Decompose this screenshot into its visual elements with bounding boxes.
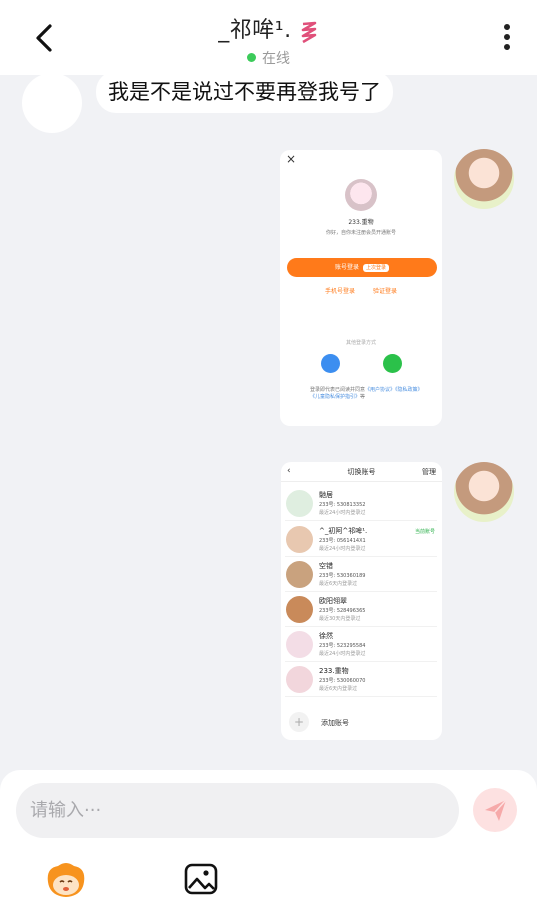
send-icon [485,799,507,821]
account-row: 空错 233号: 530360189 最近6天内登录过 [285,558,437,592]
qq-icon [321,354,340,373]
image-picker-button[interactable] [183,862,219,896]
legal-text: 登录即代表已阅读并同意《用户协议》《隐私政策》《儿童隐私保护指引》等 [310,387,425,401]
account-row: 233.重物 233号: 530060070 最近6天内登录过 [285,663,437,697]
account-login-label: 账号登录 [334,264,359,271]
online-status: 在线 [0,48,537,68]
last-login-time: 最近6天内登录过 [319,581,358,587]
avatar [286,561,313,588]
other-login-label: 其他登录方式 [345,340,376,346]
message-input[interactable] [16,783,459,838]
message-list[interactable]: 我是不是说过不要再登我号了 × 233.重物 你好，自你未注册会员开通账号 账号… [0,71,537,770]
phone-login-link: 手机号登录 [324,288,355,295]
last-login-time: 最近30天内登录过 [319,616,361,622]
last-login-time: 最近6天内登录过 [319,686,358,692]
self-avatar[interactable] [454,462,514,522]
avatar [286,490,313,517]
status-text: 在线 [262,50,290,67]
account-name: 233.重物 [319,667,349,675]
switch-account-title: 切换账号 [347,468,376,476]
image-message-switch-account-screenshot[interactable]: ‹ 切换账号 管理 馳居 233号: 530813352 最近24小时内登录过 ^_初… [281,462,442,740]
account-id: 233号: 0561414X1 [319,538,366,544]
image-icon [184,863,218,895]
verify-login-link: 验证登录 [373,288,398,295]
chat-title-area: _祁哞¹. 在线 [0,12,537,68]
close-icon: × [286,152,297,166]
image-message-login-screenshot[interactable]: × 233.重物 你好，自你未注册会员开通账号 账号登录 上次登录 手机号登录 验证… [280,150,442,426]
legal-suffix: 等 [360,394,366,400]
current-account-badge: 当前账号 [414,529,435,535]
avatar [286,631,313,658]
account-login-button: 账号登录 上次登录 [287,258,437,277]
account-name: ^_初阿^祁哞¹. [319,527,368,535]
message-composer [0,770,537,910]
avatar [286,526,313,553]
account-id: 233号: 530060070 [319,678,366,684]
account-row: 馳居 233号: 530813352 最近24小时内登录过 [285,487,437,521]
account-row: 欧阳翎翠 233号: 528496365 最近30天内登录过 [285,593,437,627]
account-id: 233号: 530813352 [319,502,366,508]
switch-account-header: ‹ 切换账号 管理 [281,462,442,482]
zigzag-badge-icon [301,21,317,43]
alt-login-links: 手机号登录 验证登录 [280,286,442,295]
avatar [345,179,377,211]
contact-avatar[interactable] [22,73,82,133]
mascot-emoji-icon [47,863,85,897]
login-note: 你好，自你未注册会员开通账号 [325,230,396,236]
self-avatar[interactable] [454,149,514,209]
account-name: 空错 [319,562,333,570]
last-login-time: 最近24小时内登录过 [319,651,366,657]
account-name: 馳居 [319,491,333,499]
account-id: 233号: 523295584 [319,643,366,649]
send-button[interactable] [473,788,517,832]
mascot-emoji-button[interactable] [44,860,88,900]
chat-title: _祁哞¹. [218,18,292,43]
last-login-time: 最近24小时内登录过 [319,546,366,552]
account-row: ^_初阿^祁哞¹. 233号: 0561414X1 最近24小时内登录过 当前账号 [285,523,437,557]
more-menu-icon[interactable] [503,24,511,54]
account-id: 233号: 530360189 [319,573,366,579]
account-name: 233.重物 [348,219,374,226]
incoming-message-bubble[interactable]: 我是不是说过不要再登我号了 [96,71,393,113]
account-id: 233号: 528496365 [319,608,366,614]
top-bar: _祁哞¹. 在线 [0,0,537,75]
plus-icon: + [289,712,309,732]
manage-link: 管理 [422,468,436,476]
last-login-tag: 上次登录 [363,264,390,272]
avatar [286,666,313,693]
last-login-time: 最近24小时内登录过 [319,510,366,516]
wechat-icon [383,354,402,373]
legal-prefix: 登录即代表已阅读并同意 [310,387,366,393]
account-name: 欧阳翎翠 [319,597,347,605]
avatar [286,596,313,623]
account-row: 徐然 233号: 523295584 最近24小时内登录过 [285,628,437,662]
online-dot-icon [247,53,256,62]
add-account-label: 添加账号 [321,719,349,727]
account-name: 徐然 [319,632,333,640]
